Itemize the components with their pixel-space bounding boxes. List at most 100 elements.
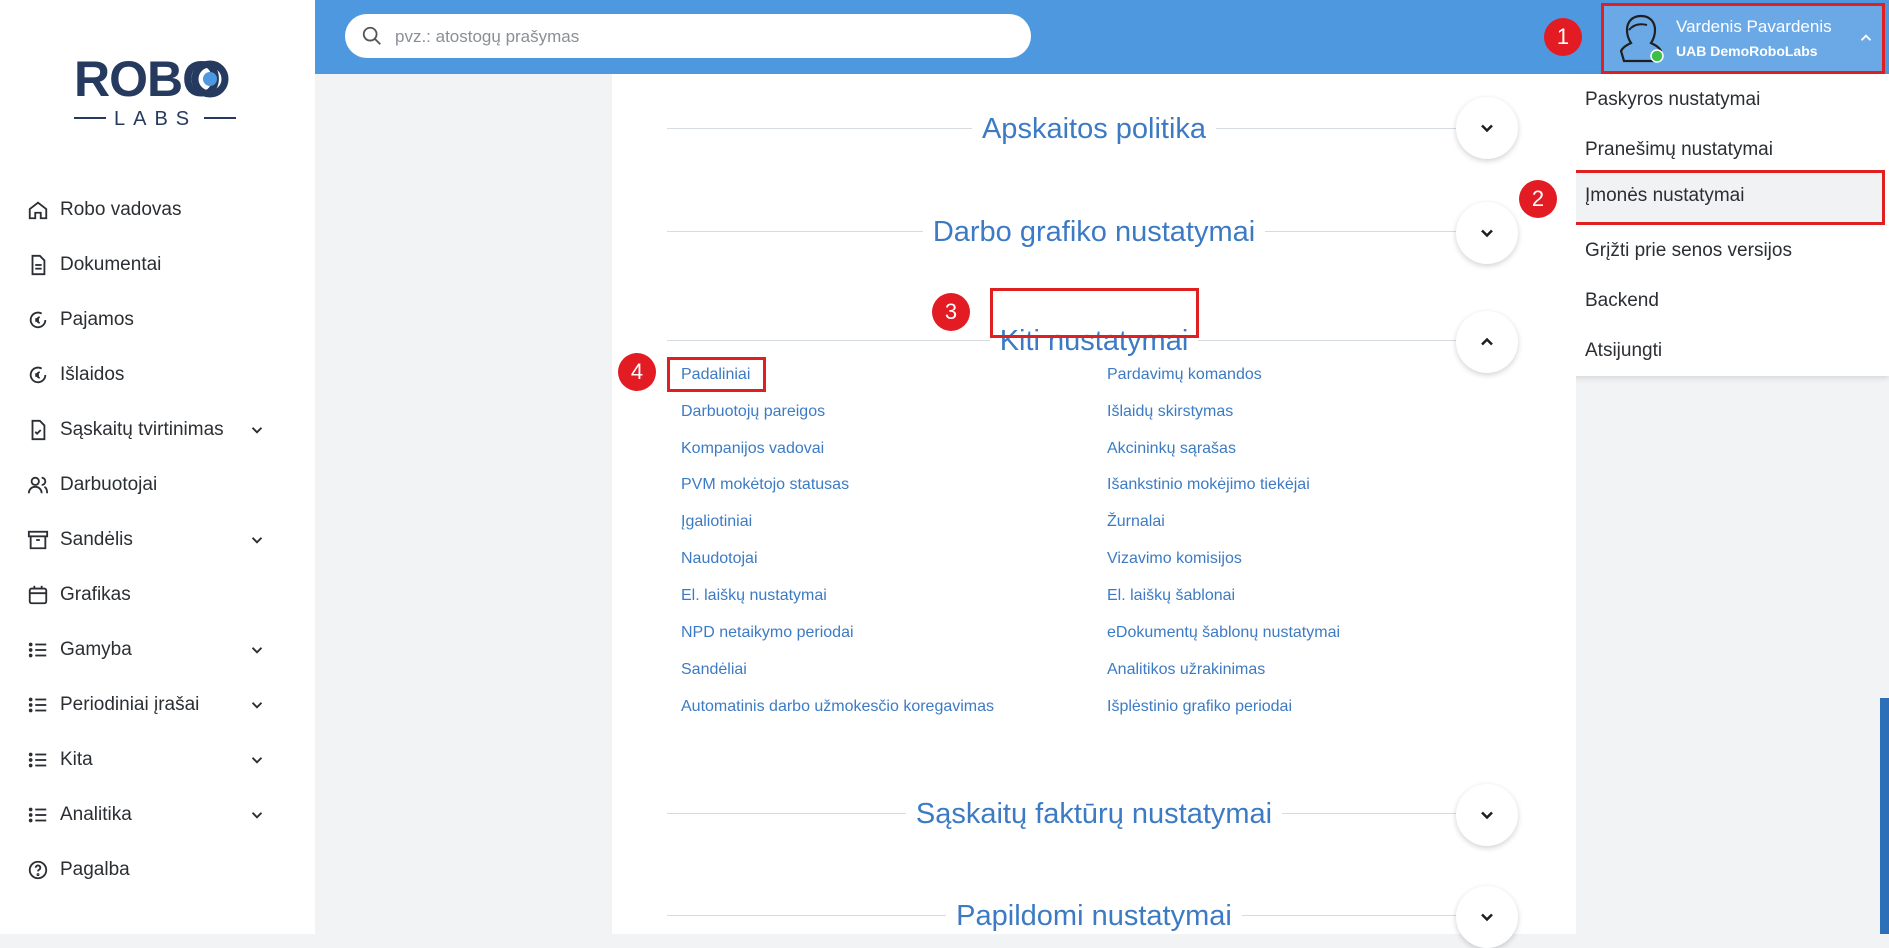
link-ispletinio-grafiko-periodai[interactable]: Išplėstinio grafiko periodai — [1107, 698, 1292, 716]
expand-button[interactable] — [1456, 202, 1518, 264]
section-title: Apskaitos politika — [612, 99, 1576, 159]
chevron-down-icon — [251, 702, 263, 709]
link-npd-netaikymo-periodai[interactable]: NPD netaikymo periodai — [681, 624, 854, 642]
link-kompanijos-vadovai[interactable]: Kompanijos vadovai — [681, 440, 824, 458]
sidebar-item-label: Analitika — [60, 804, 132, 825]
sidebar-item-pagalba[interactable]: Pagalba — [0, 850, 315, 890]
search-input[interactable] — [393, 22, 1017, 52]
sidebar-item-darbuotojai[interactable]: Darbuotojai — [0, 465, 315, 505]
sidebar-item-saskaitu-tvirtinimas[interactable]: Sąskaitų tvirtinimas — [0, 410, 315, 450]
sidebar-item-sandelis[interactable]: Sandėlis — [0, 520, 315, 560]
robolabs-logo[interactable]: ROBO LABS — [70, 50, 240, 130]
link-pardavimu-komandos[interactable]: Pardavimų komandos — [1107, 366, 1262, 384]
sidebar-item-label: Gamyba — [60, 639, 132, 660]
sidebar-item-label: Robo vadovas — [60, 199, 182, 220]
sidebar-item-label: Darbuotojai — [60, 474, 158, 495]
user-name: Vardenis Pavardenis — [1676, 17, 1832, 36]
section-papildomi-nustatymai: Papildomi nustatymai — [612, 886, 1576, 948]
sidebar-item-pajamos[interactable]: Pajamos — [0, 300, 315, 340]
sidebar-item-analitika[interactable]: Analitika — [0, 795, 315, 835]
sidebar: ROBO LABS Robo vadovas Dokumentai Pajamo… — [0, 0, 315, 934]
link-zurnalai[interactable]: Žurnalai — [1107, 513, 1165, 531]
scrollbar[interactable] — [1880, 698, 1889, 934]
menu-item-label: Įmonės nustatymai — [1585, 185, 1745, 206]
sidebar-item-label: Pajamos — [60, 309, 134, 330]
chevron-down-icon — [251, 427, 263, 434]
section-darbo-grafiko-nustatymai: Darbo grafiko nustatymai — [612, 202, 1576, 264]
expand-button[interactable] — [1456, 886, 1518, 948]
chevron-down-icon — [251, 537, 263, 544]
collapse-button[interactable] — [1456, 311, 1518, 373]
expand-button[interactable] — [1456, 97, 1518, 159]
step-badge-2: 2 — [1519, 180, 1557, 218]
chevron-down-icon — [251, 647, 263, 654]
section-apskaitos-politika: Apskaitos politika — [612, 97, 1576, 159]
users-icon — [27, 474, 49, 496]
menu-item-imones-nustatymai[interactable]: Įmonės nustatymai — [1569, 170, 1885, 225]
link-automatinis-darbo-uzmokescio-koregavimas[interactable]: Automatinis darbo užmokesčio koregavimas — [681, 698, 994, 716]
link-naudotojai[interactable]: Naudotojai — [681, 550, 758, 568]
euro-income-icon — [27, 309, 49, 331]
menu-item-atsijungti[interactable]: Atsijungti — [1585, 340, 1662, 362]
menu-item-backend[interactable]: Backend — [1585, 290, 1659, 312]
avatar-icon — [1619, 14, 1664, 63]
document-icon — [27, 254, 49, 276]
sidebar-item-label: Sąskaitų tvirtinimas — [60, 419, 224, 440]
chevron-up-icon — [1481, 337, 1493, 346]
link-vizavimo-komisijos[interactable]: Vizavimo komisijos — [1107, 550, 1242, 568]
highlight-padaliniai — [667, 357, 766, 392]
svg-text:LABS: LABS — [114, 108, 197, 130]
menu-item-grizti-prie-senos-versijos[interactable]: Grįžti prie senos versijos — [1585, 240, 1792, 262]
step-badge-4: 4 — [618, 353, 656, 391]
calendar-icon — [27, 584, 49, 606]
sidebar-item-periodiniai-irasai[interactable]: Periodiniai įrašai — [0, 685, 315, 725]
file-check-icon — [27, 419, 49, 441]
user-menu-button[interactable]: Vardenis Pavardenis UAB DemoRoboLabs — [1601, 3, 1885, 74]
link-el-laisku-sablonai[interactable]: El. laiškų šablonai — [1107, 587, 1235, 605]
menu-item-paskyros-nustatymai[interactable]: Paskyros nustatymai — [1585, 89, 1760, 111]
highlight-kiti-nustatymai — [990, 288, 1199, 338]
link-islaidu-skirstymas[interactable]: Išlaidų skirstymas — [1107, 403, 1233, 421]
section-saskaitu-fakturu-nustatymai: Sąskaitų faktūrų nustatymai — [612, 784, 1576, 846]
link-el-laisku-nustatymai[interactable]: El. laiškų nustatymai — [681, 587, 827, 605]
sidebar-item-robo-vadovas[interactable]: Robo vadovas — [0, 190, 315, 230]
chevron-down-icon — [251, 757, 263, 764]
list-icon — [27, 749, 49, 771]
chevron-up-icon — [1860, 34, 1872, 41]
sidebar-item-label: Išlaidos — [60, 364, 125, 385]
link-edokumentu-sablonu-nustatymai[interactable]: eDokumentų šablonų nustatymai — [1107, 624, 1340, 642]
sidebar-item-label: Pagalba — [60, 859, 130, 880]
section-title: Darbo grafiko nustatymai — [612, 202, 1576, 262]
list-icon — [27, 639, 49, 661]
sidebar-item-label: Grafikas — [60, 584, 131, 605]
user-dropdown-menu: Paskyros nustatymai Pranešimų nustatymai… — [1569, 74, 1889, 376]
expand-button[interactable] — [1456, 784, 1518, 846]
step-badge-3: 3 — [932, 293, 970, 331]
link-analitikos-uzrakinimas[interactable]: Analitikos užrakinimas — [1107, 661, 1265, 679]
list-icon — [27, 694, 49, 716]
link-igaliotiniai[interactable]: Įgaliotiniai — [681, 513, 752, 531]
link-sandeliai[interactable]: Sandėliai — [681, 661, 747, 679]
search-bar[interactable] — [345, 14, 1031, 58]
section-title: Papildomi nustatymai — [612, 886, 1576, 946]
sidebar-item-islaidos[interactable]: Išlaidos — [0, 355, 315, 395]
link-darbuotoju-pareigos[interactable]: Darbuotojų pareigos — [681, 403, 825, 421]
link-isankstinio-mokejimo-tiekejai[interactable]: Išankstinio mokėjimo tiekėjai — [1107, 476, 1310, 494]
help-icon — [27, 859, 49, 881]
section-title: Sąskaitų faktūrų nustatymai — [612, 784, 1576, 844]
search-icon — [362, 26, 381, 45]
chevron-down-icon — [1481, 229, 1493, 238]
chevron-down-icon — [1481, 811, 1493, 820]
sidebar-item-dokumentai[interactable]: Dokumentai — [0, 245, 315, 285]
list-icon — [27, 804, 49, 826]
home-icon — [27, 199, 49, 221]
link-akcininku-sarasas[interactable]: Akcininkų sąrašas — [1107, 440, 1236, 458]
chevron-down-icon — [1481, 913, 1493, 922]
sidebar-item-gamyba[interactable]: Gamyba — [0, 630, 315, 670]
link-pvm-moketojo-statusas[interactable]: PVM mokėtojo statusas — [681, 476, 849, 494]
sidebar-item-grafikas[interactable]: Grafikas — [0, 575, 315, 615]
settings-panel: Apskaitos politika Darbo grafiko nustaty… — [612, 74, 1576, 948]
euro-expense-icon — [27, 364, 49, 386]
menu-item-pranesimu-nustatymai[interactable]: Pranešimų nustatymai — [1585, 139, 1773, 161]
sidebar-item-kita[interactable]: Kita — [0, 740, 315, 780]
